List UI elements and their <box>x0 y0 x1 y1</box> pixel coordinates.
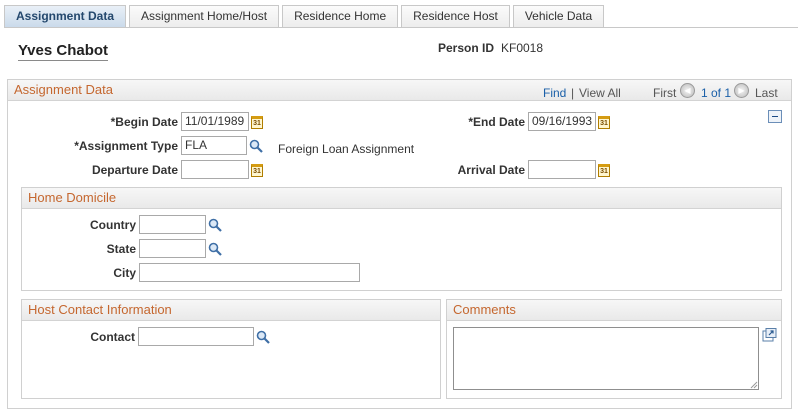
last-label[interactable]: Last <box>755 86 778 100</box>
person-name: Yves Chabot <box>18 42 109 61</box>
tab-residence-host[interactable]: Residence Host <box>401 5 510 28</box>
tab-residence-home[interactable]: Residence Home <box>282 5 399 28</box>
begin-date-label: *Begin Date <box>110 115 178 129</box>
state-label: State <box>106 242 136 256</box>
magnifier-icon[interactable] <box>208 242 222 256</box>
person-id-label: Person ID <box>438 41 495 55</box>
home-domicile-header: Home Domicile <box>22 188 781 209</box>
assignment-type-field[interactable]: FLA <box>181 136 247 155</box>
comments-textarea[interactable] <box>453 327 759 390</box>
first-label[interactable]: First <box>653 86 676 100</box>
expand-icon[interactable] <box>762 328 777 342</box>
departure-date-field[interactable] <box>181 160 249 179</box>
magnifier-icon[interactable] <box>208 218 222 232</box>
end-date-field[interactable]: 09/16/1993 <box>528 112 596 131</box>
person-id-value: KF0018 <box>501 41 544 55</box>
magnifier-icon[interactable] <box>256 330 270 344</box>
country-label: Country <box>90 218 136 232</box>
calendar-icon[interactable]: 31 <box>598 164 610 177</box>
host-contact-section: Host Contact Information <box>21 299 441 399</box>
state-field[interactable] <box>139 239 206 258</box>
row-range: 1 of 1 <box>701 86 732 100</box>
find-link[interactable]: Find <box>543 86 566 100</box>
page-tabs: Assignment Data Assignment Home/Host Res… <box>4 5 607 28</box>
comments-header: Comments <box>447 300 781 321</box>
begin-date-field[interactable]: 11/01/1989 <box>181 112 249 131</box>
arrival-date-field[interactable] <box>528 160 596 179</box>
next-row-icon[interactable]: ▶ <box>734 83 749 98</box>
calendar-icon[interactable]: 31 <box>251 164 263 177</box>
tab-divider <box>4 27 798 28</box>
comments-title: Comments <box>453 302 516 317</box>
resize-grip-icon[interactable] <box>749 380 758 389</box>
calendar-icon[interactable]: 31 <box>598 116 610 129</box>
host-contact-title: Host Contact Information <box>28 302 172 317</box>
view-all-link[interactable]: View All <box>579 86 621 100</box>
tab-vehicle-data[interactable]: Vehicle Data <box>512 5 605 28</box>
calendar-icon[interactable]: 31 <box>251 116 263 129</box>
host-contact-header: Host Contact Information <box>22 300 440 321</box>
home-domicile-title: Home Domicile <box>28 190 117 205</box>
departure-date-label: Departure Date <box>91 163 178 177</box>
assignment-type-description: Foreign Loan Assignment <box>278 142 415 156</box>
country-field[interactable] <box>139 215 206 234</box>
contact-field[interactable] <box>138 327 254 346</box>
arrival-date-label: Arrival Date <box>457 163 525 177</box>
contact-label: Contact <box>90 330 135 344</box>
city-field[interactable] <box>139 263 360 282</box>
assignment-type-label: *Assignment Type <box>74 139 178 153</box>
city-label: City <box>113 266 136 280</box>
previous-row-icon[interactable]: ◀ <box>680 83 695 98</box>
end-date-label: *End Date <box>468 115 525 129</box>
collapse-minus-icon[interactable] <box>768 110 782 123</box>
magnifier-icon[interactable] <box>249 139 263 153</box>
nav-separator: | <box>571 86 575 100</box>
assignment-data-title: Assignment Data <box>14 82 113 97</box>
tab-assignment-data[interactable]: Assignment Data <box>4 5 127 28</box>
tab-assignment-home-host[interactable]: Assignment Home/Host <box>129 5 280 28</box>
